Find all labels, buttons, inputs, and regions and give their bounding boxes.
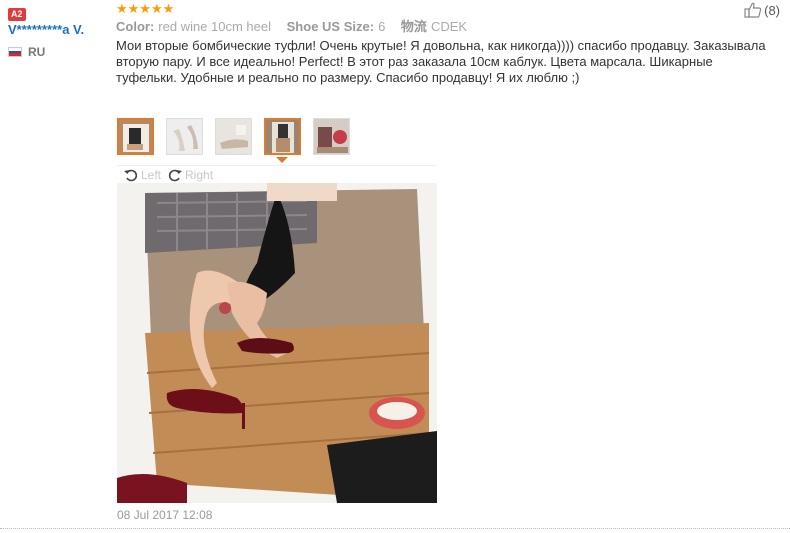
logistics-label: 物流 (400, 19, 427, 34)
rotate-right-button[interactable]: Right (167, 167, 213, 183)
thumbnail-image (119, 120, 152, 153)
selected-thumbnail-indicator (276, 157, 288, 163)
thumbnail-image (216, 119, 251, 154)
thumbnail-5[interactable] (313, 118, 350, 155)
color-label: Color: (116, 19, 155, 34)
rotate-controls: Left Right (117, 165, 437, 183)
reviewer-country: RU (8, 45, 108, 59)
thumbs-up-icon (744, 2, 762, 18)
review-body: ★★★★★ Color: red wine 10cm heel Shoe US S… (116, 2, 776, 86)
rotate-right-label: Right (185, 167, 214, 182)
thumbnail-4-selected[interactable] (264, 118, 301, 155)
rotate-right-icon (168, 169, 183, 181)
thumbnail-3[interactable] (215, 118, 252, 155)
logistics-value: CDEK (430, 19, 468, 34)
review-text: Мои вторые бомбические туфли! Очень крут… (116, 38, 766, 85)
size-value: 6 (378, 19, 386, 34)
photo-thumbnails (117, 118, 350, 155)
likes-count: (8) (764, 2, 780, 18)
review-photo-image (117, 183, 437, 503)
thumbnail-image (314, 119, 349, 154)
rotate-left-label: Left (141, 167, 162, 182)
thumbnail-image (266, 120, 299, 153)
review-divider (0, 528, 790, 529)
reviewer-name[interactable]: V*********a V. (8, 23, 104, 37)
thumbnail-image (167, 119, 202, 154)
rotate-left-button[interactable]: Left (123, 167, 161, 183)
thumbnail-2[interactable] (166, 118, 203, 155)
russia-flag-icon (8, 47, 22, 57)
thumbnail-1[interactable] (117, 118, 154, 155)
review-date: 08 Jul 2017 12:08 (117, 508, 213, 522)
country-code: RU (28, 45, 46, 59)
review-photo[interactable] (117, 183, 437, 503)
color-value: red wine 10cm heel (158, 19, 272, 34)
review-attributes: Color: red wine 10cm heel Shoe US Size: 6 … (116, 18, 776, 36)
rating-stars: ★★★★★ (116, 1, 175, 16)
reviewer-panel: A2 V*********a V. RU (8, 4, 108, 59)
helpful-button[interactable]: (8) (744, 2, 780, 18)
level-badge: A2 (8, 8, 26, 21)
rotate-left-icon (124, 169, 138, 181)
size-label: Shoe US Size: (286, 19, 375, 34)
